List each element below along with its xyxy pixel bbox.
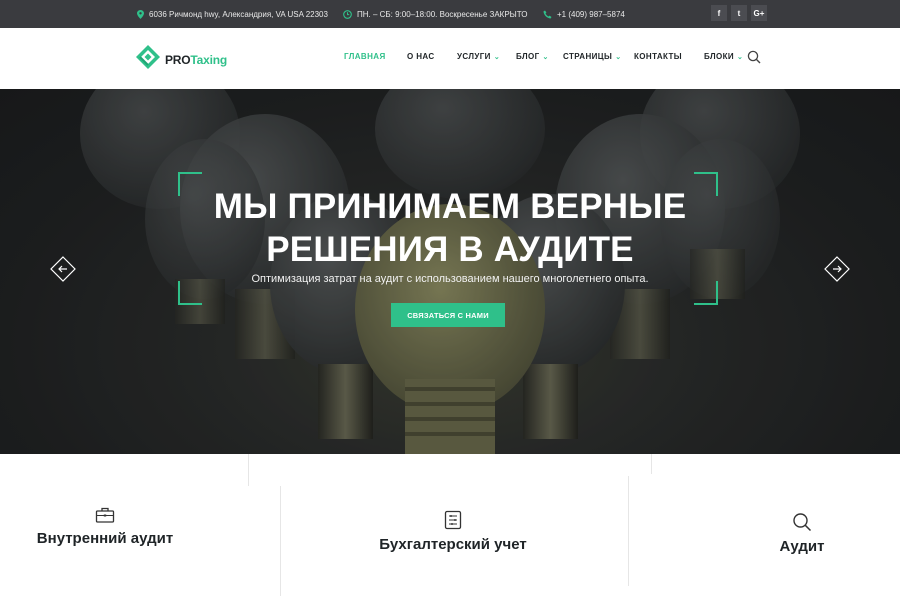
hero-subtitle: Оптимизация затрат на аудит с использова… <box>251 273 649 285</box>
chevron-down-icon: ⌄ <box>615 53 622 61</box>
hours-info: ПН. – СБ: 9:00–18:00. Воскресенье ЗАКРЫТ… <box>343 0 528 28</box>
nav-item-services[interactable]: УСЛУГИ ⌄ <box>457 52 500 61</box>
nav-item-pages[interactable]: СТРАНИЦЫ ⌄ <box>563 52 622 61</box>
search-icon <box>742 512 862 532</box>
phone-text: +1 (409) 987–5874 <box>557 9 625 19</box>
nav-item-contacts[interactable]: КОНТАКТЫ <box>634 52 682 61</box>
service-title: Аудит <box>779 538 825 555</box>
briefcase-icon <box>30 506 180 524</box>
services-section: Внутренний аудит Бухгалтерский учет Ауди… <box>0 454 900 600</box>
google-plus-icon[interactable]: G+ <box>751 5 767 21</box>
service-accounting[interactable]: Бухгалтерский учет <box>373 510 533 553</box>
top-bar: 6036 Ричмонд hwy, Александрия, VA USA 22… <box>0 0 900 28</box>
main-nav: ГЛАВНАЯ О НАС УСЛУГИ ⌄ БЛОГ ⌄ СТРАНИЦЫ ⌄ КО… <box>0 28 900 88</box>
ledger-icon <box>373 510 533 530</box>
site-header: PROTaxing ГЛАВНАЯ О НАС УСЛУГИ ⌄ БЛОГ ⌄ СТ… <box>0 28 900 88</box>
slider-next-arrow-icon[interactable] <box>824 256 850 282</box>
divider <box>280 486 281 596</box>
address-info: 6036 Ричмонд hwy, Александрия, VA USA 22… <box>137 0 328 28</box>
map-pin-icon <box>137 9 144 19</box>
twitter-icon[interactable]: t <box>731 5 747 21</box>
hero-overlay <box>0 89 900 454</box>
nav-item-blocks[interactable]: БЛОКИ ⌄ <box>704 52 743 61</box>
contact-us-button[interactable]: Связаться с нами <box>391 303 505 327</box>
service-title: Бухгалтерский учет <box>379 536 527 553</box>
nav-item-home[interactable]: ГЛАВНАЯ <box>344 52 386 61</box>
social-links: f t G+ <box>711 5 767 21</box>
hours-text: ПН. – СБ: 9:00–18:00. Воскресенье ЗАКРЫТ… <box>357 9 528 19</box>
clock-icon <box>343 9 352 19</box>
chevron-down-icon: ⌄ <box>542 53 549 61</box>
divider <box>248 454 249 486</box>
phone-icon <box>543 10 552 19</box>
hero-slider: МЫ ПРИНИМАЕМ ВЕРНЫЕ РЕШЕНИЯ В АУДИТЕ Опт… <box>0 89 900 454</box>
nav-item-blog[interactable]: БЛОГ ⌄ <box>516 52 549 61</box>
facebook-icon[interactable]: f <box>711 5 727 21</box>
service-internal-audit[interactable]: Внутренний аудит <box>30 506 180 547</box>
divider <box>651 454 652 474</box>
nav-item-about[interactable]: О НАС <box>407 52 435 61</box>
search-icon[interactable] <box>747 50 761 69</box>
divider <box>628 476 629 586</box>
hero-title: МЫ ПРИНИМАЕМ ВЕРНЫЕ РЕШЕНИЯ В АУДИТЕ <box>213 187 687 269</box>
address-text: 6036 Ричмонд hwy, Александрия, VA USA 22… <box>149 9 328 19</box>
phone-info[interactable]: +1 (409) 987–5874 <box>543 0 625 28</box>
service-audit[interactable]: Аудит <box>742 512 862 555</box>
slider-prev-arrow-icon[interactable] <box>50 256 76 282</box>
service-title: Внутренний аудит <box>36 530 174 547</box>
chevron-down-icon: ⌄ <box>737 53 744 61</box>
chevron-down-icon: ⌄ <box>493 53 501 61</box>
